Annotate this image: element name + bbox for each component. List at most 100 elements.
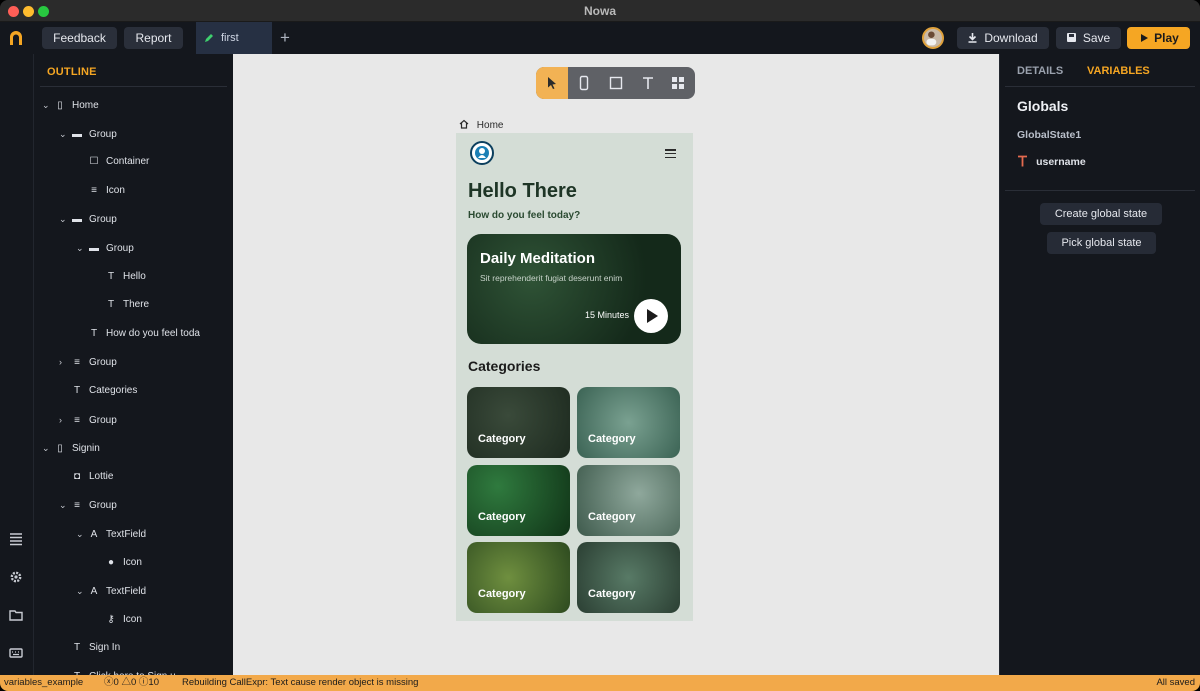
text-tool-icon[interactable] xyxy=(640,75,656,91)
outline-node[interactable]: ⌄ ▬ Group xyxy=(59,126,117,142)
design-canvas[interactable]: Home Hello There How do you feel today? … xyxy=(233,54,999,676)
hamburger-menu-icon[interactable] xyxy=(665,149,676,159)
outline-node[interactable]: ⌄ ≡ Group xyxy=(59,497,117,513)
category-tile[interactable]: Category xyxy=(467,542,570,613)
outline-node[interactable]: ◘ Lottie xyxy=(59,469,114,485)
breadcrumb[interactable]: Home xyxy=(459,119,503,131)
category-label: Category xyxy=(588,433,636,445)
phone-preview[interactable]: Hello There How do you feel today? Daily… xyxy=(456,133,693,621)
outline-node[interactable]: ⌄ A TextField xyxy=(76,583,146,599)
create-global-state-button[interactable]: Create global state xyxy=(1040,203,1162,225)
outline-panel: OUTLINE ⌄ ▯ Home ⌄ ▬ Group ☐ Container ≡ Icon ⌄ ▬ Gr… xyxy=(34,54,233,676)
chevron-down-icon[interactable]: ⌄ xyxy=(59,126,69,142)
textfield-icon: A xyxy=(90,586,98,598)
nowa-logo-icon[interactable] xyxy=(8,30,24,46)
project-name[interactable]: variables_example xyxy=(4,675,83,691)
app-window: Nowa Feedback Report first + Download Sa… xyxy=(0,0,1200,691)
panel-divider-2 xyxy=(1005,190,1195,191)
outline-node[interactable]: T How do you feel toda xyxy=(76,326,200,342)
outline-node[interactable]: ≡ Icon xyxy=(76,183,125,199)
report-button[interactable]: Report xyxy=(124,27,183,49)
outline-node-label: Icon xyxy=(123,556,142,568)
outline-node[interactable]: ⌄ A TextField xyxy=(76,526,146,542)
card-play-button[interactable] xyxy=(634,299,668,333)
category-tile[interactable]: Category xyxy=(577,542,680,613)
title-bar: Nowa xyxy=(0,0,1200,22)
tab-variables[interactable]: VARIABLES xyxy=(1087,65,1150,77)
chevron-down-icon[interactable]: ⌄ xyxy=(76,583,86,599)
outline-node-label: Hello xyxy=(123,270,146,282)
gear-icon[interactable] xyxy=(9,570,23,584)
chevron-down-icon[interactable]: ⌄ xyxy=(59,211,69,227)
chevron-right-icon[interactable]: › xyxy=(59,354,69,370)
save-button[interactable]: Save xyxy=(1056,27,1121,49)
chevron-down-icon[interactable]: ⌄ xyxy=(42,440,52,456)
lines-icon: ≡ xyxy=(74,500,80,512)
category-label: Category xyxy=(478,433,526,445)
variable-row[interactable]: username xyxy=(1017,155,1086,171)
lines-icon: ≡ xyxy=(74,357,80,369)
chevron-down-icon[interactable]: ⌄ xyxy=(76,526,86,542)
save-icon xyxy=(1067,33,1076,42)
outline-node-label: Signin xyxy=(72,443,100,455)
category-tile[interactable]: Category xyxy=(467,387,570,458)
avatar[interactable] xyxy=(922,27,944,49)
canvas-tool-palette xyxy=(536,67,695,99)
error-count: 0 xyxy=(113,677,119,688)
outline-node[interactable]: ☐ Container xyxy=(76,154,150,170)
chevron-down-icon[interactable]: ⌄ xyxy=(59,497,69,513)
outline-node-label: Group xyxy=(106,243,134,254)
key-icon: ⚷ xyxy=(107,613,115,625)
meditation-card[interactable]: Daily Meditation Sit reprehenderit fugia… xyxy=(467,234,681,344)
category-tile[interactable]: Category xyxy=(577,464,680,536)
save-status: All saved xyxy=(1156,677,1195,688)
keyboard-icon[interactable] xyxy=(9,646,23,660)
pick-global-state-button[interactable]: Pick global state xyxy=(1047,232,1156,254)
outline-node-label: Group xyxy=(89,128,117,140)
outline-node[interactable]: › ≡ Group xyxy=(59,412,117,428)
outline-node[interactable]: ● Icon xyxy=(93,555,142,571)
outline-node[interactable]: T Sign In xyxy=(59,640,120,656)
play-button[interactable]: Play xyxy=(1127,27,1190,49)
outline-node[interactable]: ⌄ ▯ Home xyxy=(42,97,99,113)
outline-node-label: Categories xyxy=(89,385,138,396)
outline-node-label: How do you feel toda xyxy=(106,327,200,339)
category-label: Category xyxy=(588,510,636,523)
home-icon xyxy=(459,119,469,129)
tab-details[interactable]: DETAILS xyxy=(1017,65,1063,77)
select-tool-button[interactable] xyxy=(536,67,568,99)
outline-node[interactable]: T Categories xyxy=(59,383,137,399)
outline-node[interactable]: ⌄ ▬ Group xyxy=(76,240,134,256)
outline-node[interactable]: ⌄ ▬ Group xyxy=(59,211,117,227)
problems-indicator[interactable]: ⓧ0 △0 ⓘ10 xyxy=(104,675,159,691)
category-tile[interactable]: Category xyxy=(577,387,680,458)
phone-frame-tool-icon[interactable] xyxy=(576,75,592,91)
chevron-down-icon[interactable]: ⌄ xyxy=(42,97,52,113)
textfield-icon: A xyxy=(90,529,98,540)
info-count: 10 xyxy=(148,677,159,688)
download-button[interactable]: Download xyxy=(957,27,1049,49)
outline-node[interactable]: ⚷ Icon xyxy=(93,612,142,628)
folder-icon[interactable] xyxy=(9,608,23,622)
outline-node[interactable]: T Hello xyxy=(93,269,146,285)
outline-node-label: Group xyxy=(89,357,117,369)
tab-first[interactable]: first xyxy=(196,22,272,54)
chevron-down-icon[interactable]: ⌄ xyxy=(76,240,86,256)
outline-node[interactable]: T There xyxy=(93,297,149,313)
container-tool-icon[interactable] xyxy=(608,75,624,91)
components-tool-icon[interactable] xyxy=(670,75,686,91)
group-icon: ▬ xyxy=(72,214,82,226)
lines-icon: ≡ xyxy=(74,414,80,426)
feedback-button[interactable]: Feedback xyxy=(42,27,117,49)
outline-node[interactable]: › ≡ Group xyxy=(59,354,117,370)
chevron-right-icon[interactable]: › xyxy=(59,412,69,428)
outline-node[interactable]: ⌄ ▯ Signin xyxy=(42,440,100,456)
outline-node-label: TextField xyxy=(106,586,147,598)
layers-icon[interactable] xyxy=(9,532,23,546)
category-tile[interactable]: Category xyxy=(467,464,570,536)
global-state-name[interactable]: GlobalState1 xyxy=(1017,129,1081,141)
play-icon xyxy=(1141,34,1148,42)
add-tab-button[interactable]: + xyxy=(280,28,290,48)
group-icon: ▬ xyxy=(89,243,99,254)
card-title: Daily Meditation xyxy=(480,250,596,267)
